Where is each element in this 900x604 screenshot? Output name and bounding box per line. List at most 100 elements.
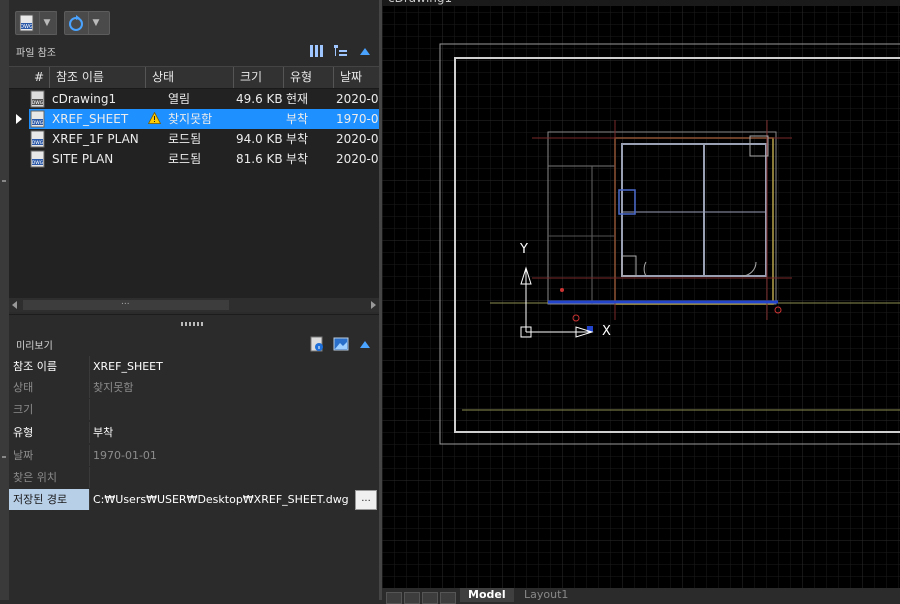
dock-tick (2, 180, 6, 182)
horizontal-scrollbar[interactable]: ... (9, 297, 379, 312)
dock-tick (2, 456, 6, 458)
row-size: 94.0 KB (236, 132, 283, 146)
detail-key: 크기 (13, 403, 34, 416)
row-size: 49.6 KB (236, 92, 283, 106)
column-header-name[interactable]: 참조 이름 (50, 67, 146, 88)
dwg-file-icon: DWG (30, 130, 45, 148)
section-title: 파일 참조 (16, 47, 56, 59)
detail-value (93, 467, 375, 488)
row-date: 2020-07 (336, 152, 379, 166)
detail-row[interactable]: 유형 부착 (9, 422, 379, 443)
details-icon[interactable] (309, 336, 325, 352)
detail-row[interactable]: 상태 찾지못함 (9, 377, 379, 398)
panel-splitter[interactable] (9, 314, 379, 334)
row-date: 2020-07 (336, 92, 379, 106)
detail-value[interactable]: XREF_SHEET (93, 356, 375, 377)
svg-text:DWG: DWG (32, 160, 44, 166)
row-type: 부착 (286, 152, 309, 166)
preview-header: 미리보기 (9, 333, 379, 355)
drawing-canvas[interactable]: Y X cDrawing1 (382, 0, 900, 600)
next-layout-icon[interactable] (422, 592, 438, 604)
detail-key: 찾은 위치 (13, 471, 57, 484)
table-row[interactable]: DWG cDrawing1 열림 49.6 KB 현재 2020-07 (9, 89, 379, 109)
table-row[interactable]: DWG XREF_SHEET 찾지못함 부착 1970-01 (9, 109, 379, 129)
row-status: 로드됨 (168, 132, 202, 146)
toolbar-separator (56, 11, 57, 35)
scroll-right-icon[interactable] (371, 301, 376, 309)
row-status: 열림 (168, 92, 191, 106)
row-date: 2020-07 (336, 132, 379, 146)
splitter-grip-icon[interactable] (181, 322, 203, 326)
first-layout-icon[interactable] (386, 592, 402, 604)
table-row[interactable]: DWG SITE PLAN 로드됨 81.6 KB 부착 2020-07 (9, 149, 379, 169)
column-header-status[interactable]: 상태 (146, 67, 234, 88)
column-header-size[interactable]: 크기 (234, 67, 284, 88)
row-type: 현재 (286, 92, 309, 106)
tree-view-icon[interactable] (333, 43, 349, 59)
dwg-attach-icon: DWG (19, 14, 34, 32)
xref-toolbar: DWG ▼ ▼ (9, 0, 379, 40)
row-size: 81.6 KB (236, 152, 283, 166)
column-header-type[interactable]: 유형 (284, 67, 334, 88)
row-size (236, 109, 284, 129)
detail-value: 1970-01-01 (93, 449, 157, 462)
row-type: 부착 (286, 112, 309, 126)
dwg-file-icon: DWG (30, 110, 45, 128)
drawing-svg (382, 0, 900, 600)
list-view-icon[interactable] (309, 43, 325, 59)
column-header-number[interactable]: # (28, 67, 50, 88)
collapse-icon[interactable] (357, 43, 373, 59)
row-status: 찾지못함 (168, 112, 213, 126)
row-name: cDrawing1 (52, 92, 117, 106)
prev-layout-icon[interactable] (404, 592, 420, 604)
details-grid: 참조 이름 XREF_SHEET 상태 찾지못함 크기 유형 부착 날짜 197… (9, 356, 379, 516)
row-date: 1970-01 (336, 112, 379, 126)
row-name: XREF_SHEET (52, 112, 129, 126)
table-header: # 참조 이름 상태 크기 유형 날짜 (9, 67, 379, 89)
section-title: 미리보기 (16, 340, 53, 352)
detail-value[interactable]: 부착 (93, 422, 375, 443)
detail-key: 상태 (13, 381, 34, 394)
dwg-file-icon: DWG (30, 150, 45, 168)
row-status: 로드됨 (168, 152, 202, 166)
drawing-tab-bar: cDrawing1 (382, 0, 900, 6)
last-layout-icon[interactable] (440, 592, 456, 604)
row-name: XREF_1F PLAN (52, 132, 139, 146)
refresh-button[interactable]: ▼ (64, 11, 110, 35)
warning-icon (148, 112, 161, 124)
ucs-x-label: X (602, 324, 611, 339)
browse-button[interactable]: ... (355, 490, 377, 510)
row-name: SITE PLAN (52, 152, 114, 166)
current-row-marker-icon (16, 114, 22, 124)
table-row[interactable]: DWG XREF_1F PLAN 로드됨 94.0 KB 부착 2020-07 (9, 129, 379, 149)
collapse-icon[interactable] (357, 336, 373, 352)
detail-row[interactable]: 찾은 위치 (9, 467, 379, 488)
column-header-date[interactable]: 날짜 (334, 67, 379, 88)
drawing-tab[interactable]: cDrawing1 (388, 0, 452, 5)
file-references-header: 파일 참조 (9, 40, 379, 62)
row-type: 부착 (286, 132, 309, 146)
detail-value (93, 399, 375, 420)
detail-key: 유형 (13, 426, 34, 439)
file-references-table: # 참조 이름 상태 크기 유형 날짜 DWG cDrawing1 열림 49.… (9, 66, 379, 299)
svg-text:DWG: DWG (20, 24, 33, 30)
dwg-file-icon: DWG (30, 90, 45, 108)
scroll-grip: ... (121, 297, 130, 307)
svg-text:DWG: DWG (32, 120, 44, 126)
external-references-palette: DWG ▼ ▼ 파일 참조 # 참조 이름 상태 크기 유형 날짜 DWG cD… (9, 0, 379, 600)
preview-image-icon[interactable] (333, 336, 349, 352)
detail-key: 날짜 (13, 449, 34, 462)
detail-value: 찾지못함 (93, 381, 134, 394)
refresh-icon (69, 15, 83, 31)
saved-path-value[interactable]: C:₩Users₩USER₩Desktop₩XREF_SHEET.dwg (93, 489, 349, 510)
detail-key: 참조 이름 (13, 360, 57, 373)
scroll-left-icon[interactable] (12, 301, 17, 309)
detail-row[interactable]: 크기 (9, 399, 379, 420)
chevron-down-icon[interactable]: ▼ (39, 12, 54, 34)
chevron-down-icon[interactable]: ▼ (88, 12, 103, 34)
attach-dwg-button[interactable]: DWG ▼ (15, 11, 57, 35)
detail-row[interactable]: 날짜 1970-01-01 (9, 445, 379, 466)
detail-row[interactable]: 참조 이름 XREF_SHEET (9, 356, 379, 377)
detail-key: 저장된 경로 (9, 489, 89, 510)
detail-row[interactable]: 저장된 경로 C:₩Users₩USER₩Desktop₩XREF_SHEET.… (9, 489, 379, 510)
